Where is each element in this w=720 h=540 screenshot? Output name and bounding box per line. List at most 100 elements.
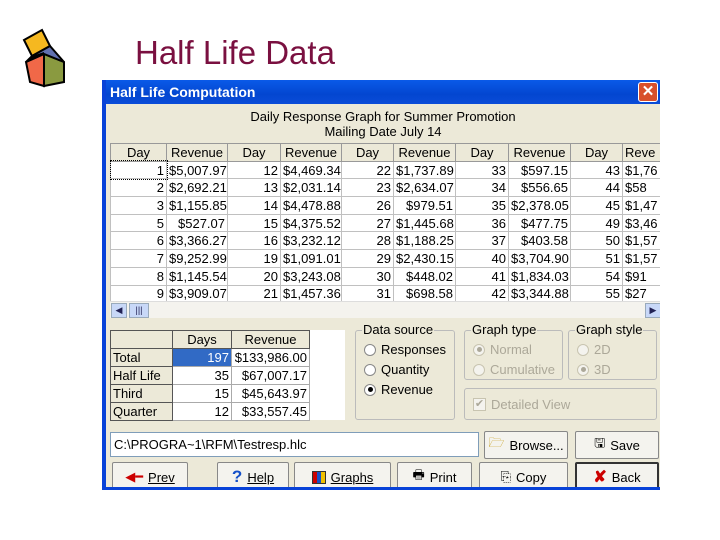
grid-header-day[interactable]: Day: [570, 143, 623, 162]
summary-days[interactable]: 12: [172, 402, 232, 421]
grid-cell-day[interactable]: 51: [570, 249, 623, 268]
grid-cell-revenue[interactable]: $698.58: [393, 284, 456, 301]
grid-cell-day[interactable]: 26: [341, 196, 394, 215]
grid-cell-revenue[interactable]: $1,76: [622, 160, 660, 180]
grid-cell-revenue[interactable]: $527.07: [166, 213, 228, 233]
radio-2d[interactable]: 2D: [577, 342, 611, 357]
grid-header-revenue[interactable]: Revenue: [280, 143, 342, 162]
radio-normal[interactable]: Normal: [473, 342, 532, 357]
grid-cell-revenue[interactable]: $1,47: [622, 196, 660, 215]
grid-cell-revenue[interactable]: $477.75: [508, 213, 571, 233]
grid-cell-day[interactable]: 2: [110, 178, 167, 198]
grid-cell-day[interactable]: 1: [110, 160, 168, 180]
file-path-input[interactable]: C:\PROGRA~1\RFM\Testresp.hlc: [110, 432, 479, 457]
print-button[interactable]: 🖶 Print: [397, 462, 472, 487]
grid-cell-day[interactable]: 5: [110, 213, 167, 233]
grid-cell-revenue[interactable]: $4,478.88: [280, 196, 342, 215]
grid-cell-revenue[interactable]: $4,469.34: [280, 160, 342, 180]
grid-cell-day[interactable]: 45: [570, 196, 623, 215]
summary-label[interactable]: Quarter: [110, 402, 173, 421]
radio-3d[interactable]: 3D: [577, 362, 611, 377]
back-button[interactable]: ✘ Back: [575, 462, 659, 487]
grid-header-day[interactable]: Day: [455, 143, 509, 162]
prev-button[interactable]: ◀━ Prev: [112, 462, 188, 487]
grid-cell-revenue[interactable]: $448.02: [393, 266, 456, 286]
grid-cell-day[interactable]: 23: [341, 178, 394, 198]
grid-cell-revenue[interactable]: $556.65: [508, 178, 571, 198]
grid-cell-day[interactable]: 27: [341, 213, 394, 233]
radio-quantity[interactable]: Quantity: [364, 362, 429, 377]
grid-cell-day[interactable]: 8: [110, 266, 167, 286]
grid-cell-revenue[interactable]: $1,155.85: [166, 196, 228, 215]
grid-cell-day[interactable]: 28: [341, 231, 394, 251]
summary-revenue[interactable]: $133,986.00: [231, 348, 310, 367]
daily-data-grid[interactable]: Day Revenue Day Revenue Day Revenue Day Revenue…: [110, 143, 660, 301]
grid-cell-day[interactable]: 7: [110, 249, 167, 268]
grid-cell-revenue[interactable]: $9,252.99: [166, 249, 228, 268]
grid-cell-revenue[interactable]: $3,232.12: [280, 231, 342, 251]
grid-cell-revenue[interactable]: $1,091.01: [280, 249, 342, 268]
summary-label[interactable]: Total: [110, 348, 173, 367]
grid-cell-day[interactable]: 42: [455, 284, 509, 301]
grid-header-revenue[interactable]: Revenue: [508, 143, 571, 162]
grid-cell-revenue[interactable]: $2,378.05: [508, 196, 571, 215]
grid-cell-day[interactable]: 20: [227, 266, 281, 286]
grid-cell-day[interactable]: 43: [570, 160, 623, 180]
grid-cell-day[interactable]: 40: [455, 249, 509, 268]
grid-cell-day[interactable]: 31: [341, 284, 394, 301]
summary-days[interactable]: 197: [172, 348, 232, 367]
grid-cell-revenue[interactable]: $1,57: [622, 249, 660, 268]
grid-cell-revenue[interactable]: $91: [622, 266, 660, 286]
radio-revenue[interactable]: Revenue: [364, 382, 433, 397]
grid-cell-revenue[interactable]: $3,344.88: [508, 284, 571, 301]
grid-cell-day[interactable]: 50: [570, 231, 623, 251]
grid-header-day[interactable]: Day: [227, 143, 281, 162]
grid-cell-day[interactable]: 14: [227, 196, 281, 215]
radio-cumulative[interactable]: Cumulative: [473, 362, 555, 377]
grid-cell-revenue[interactable]: $1,834.03: [508, 266, 571, 286]
grid-header-revenue[interactable]: Revenue: [393, 143, 456, 162]
grid-cell-revenue[interactable]: $2,031.14: [280, 178, 342, 198]
summary-days[interactable]: 35: [172, 366, 232, 385]
summary-revenue[interactable]: $45,643.97: [231, 384, 310, 403]
grid-cell-revenue[interactable]: $1,445.68: [393, 213, 456, 233]
grid-cell-day[interactable]: 55: [570, 284, 623, 301]
grid-cell-revenue[interactable]: $1,737.89: [393, 160, 456, 180]
horizontal-scrollbar[interactable]: ◀ ||| ▶: [110, 301, 660, 318]
grid-cell-revenue[interactable]: $979.51: [393, 196, 456, 215]
grid-cell-revenue[interactable]: $5,007.97: [166, 160, 228, 180]
grid-cell-day[interactable]: 9: [110, 284, 167, 301]
grid-cell-day[interactable]: 33: [455, 160, 509, 180]
save-button[interactable]: 🖫 Save: [575, 431, 659, 459]
grid-cell-day[interactable]: 12: [227, 160, 281, 180]
grid-cell-revenue[interactable]: $2,430.15: [393, 249, 456, 268]
grid-cell-day[interactable]: 44: [570, 178, 623, 198]
grid-cell-day[interactable]: 30: [341, 266, 394, 286]
grid-header-day[interactable]: Day: [341, 143, 394, 162]
grid-cell-revenue[interactable]: $3,366.27: [166, 231, 228, 251]
close-icon[interactable]: ✕: [638, 82, 658, 102]
grid-cell-day[interactable]: 35: [455, 196, 509, 215]
grid-cell-revenue[interactable]: $58: [622, 178, 660, 198]
summary-days[interactable]: 15: [172, 384, 232, 403]
detailed-view-checkbox[interactable]: ✔ Detailed View: [473, 397, 570, 412]
grid-cell-day[interactable]: 16: [227, 231, 281, 251]
grid-cell-day[interactable]: 21: [227, 284, 281, 301]
scroll-thumb[interactable]: |||: [129, 303, 149, 318]
grid-cell-revenue[interactable]: $1,145.54: [166, 266, 228, 286]
grid-cell-day[interactable]: 29: [341, 249, 394, 268]
scroll-right-button[interactable]: ▶: [645, 303, 660, 318]
grid-cell-revenue[interactable]: $27: [622, 284, 660, 301]
grid-cell-day[interactable]: 41: [455, 266, 509, 286]
grid-cell-day[interactable]: 15: [227, 213, 281, 233]
grid-cell-revenue[interactable]: $403.58: [508, 231, 571, 251]
grid-cell-day[interactable]: 6: [110, 231, 167, 251]
grid-cell-revenue[interactable]: $3,704.90: [508, 249, 571, 268]
grid-header-day[interactable]: Day: [110, 143, 167, 162]
summary-label[interactable]: Third: [110, 384, 173, 403]
grid-cell-revenue[interactable]: $597.15: [508, 160, 571, 180]
grid-cell-day[interactable]: 34: [455, 178, 509, 198]
browse-button[interactable]: 🗁 Browse...: [484, 431, 568, 459]
grid-cell-revenue[interactable]: $2,692.21: [166, 178, 228, 198]
grid-cell-revenue[interactable]: $3,243.08: [280, 266, 342, 286]
